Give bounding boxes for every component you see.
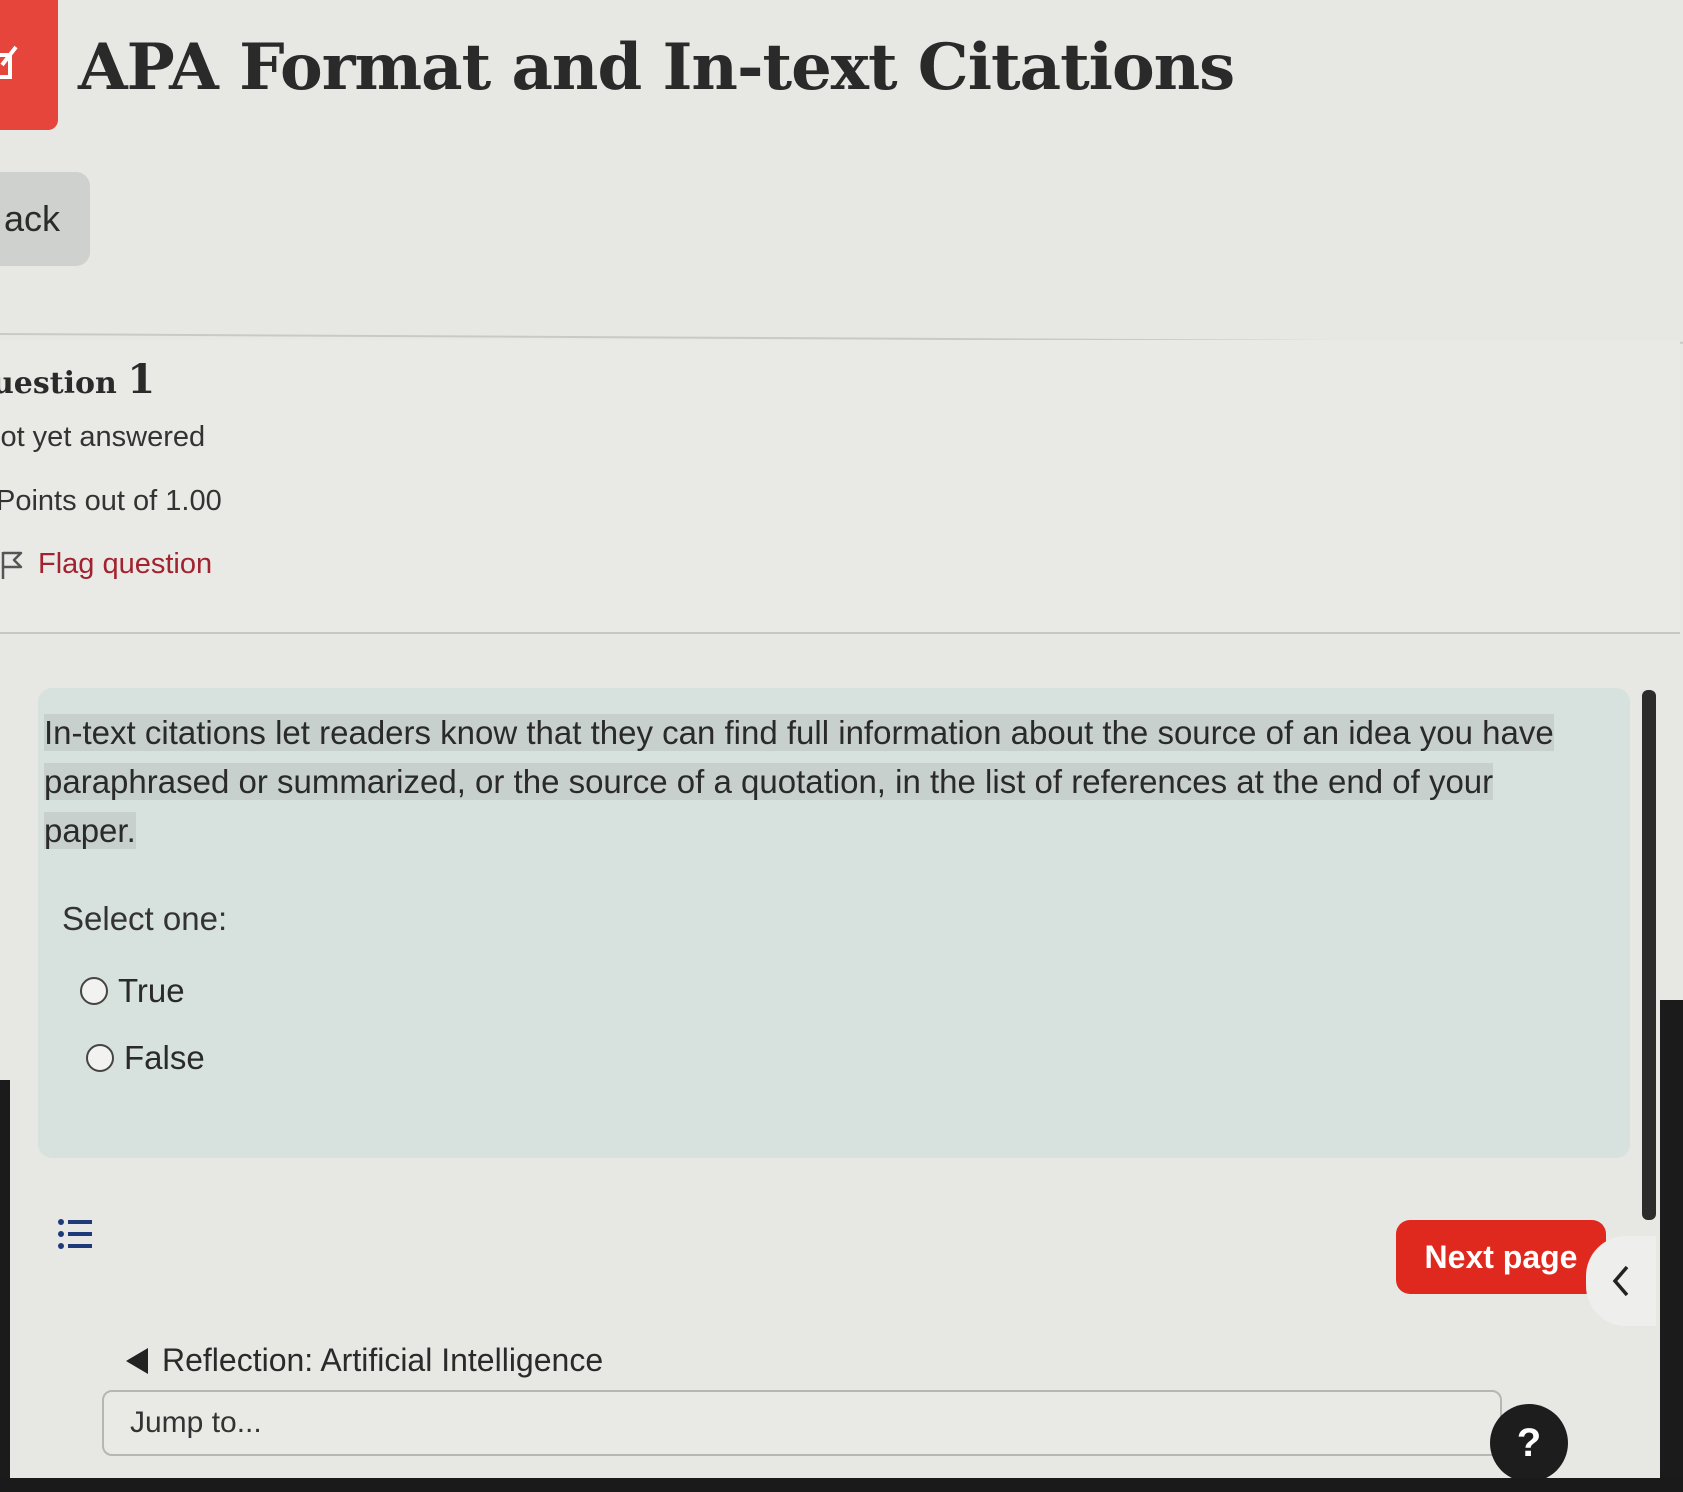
previous-activity-link[interactable]: Reflection: Artificial Intelligence — [126, 1342, 603, 1379]
previous-activity-label: Reflection: Artificial Intelligence — [162, 1342, 604, 1378]
page-title: APA Format and In-text Citations — [78, 30, 1235, 105]
option-label: True — [118, 972, 185, 1009]
activity-badge — [0, 0, 58, 130]
select-one-prompt: Select one: — [62, 900, 228, 937]
question-number-value: 1 — [127, 356, 156, 403]
next-page-button[interactable]: Next page — [1396, 1220, 1606, 1294]
option-false[interactable]: False — [86, 1039, 205, 1077]
flag-question-label: Flag question — [38, 548, 213, 580]
help-button[interactable]: ? — [1490, 1404, 1568, 1482]
question-text-line: In-text citations let readers know that … — [44, 714, 1554, 751]
scrollbar[interactable] — [1642, 690, 1656, 1220]
question-status: lot yet answered — [0, 421, 206, 453]
option-label: False — [124, 1039, 205, 1076]
jump-to-label: Jump to... — [130, 1406, 262, 1439]
flag-question-link[interactable]: Flag question — [0, 548, 212, 581]
drawer-toggle[interactable] — [1586, 1236, 1656, 1326]
jump-to-select[interactable]: Jump to... — [102, 1390, 1502, 1456]
question-label: uestion — [0, 366, 117, 401]
radio-button[interactable] — [80, 977, 108, 1005]
radio-button[interactable] — [86, 1044, 114, 1072]
screen-bezel — [1660, 1000, 1683, 1492]
triangle-left-icon — [126, 1347, 148, 1374]
question-number: uestion 1 — [0, 356, 155, 403]
quiz-icon — [0, 45, 18, 79]
screen-bezel — [0, 1478, 1683, 1492]
back-button[interactable]: ack — [0, 172, 90, 266]
option-true[interactable]: True — [80, 972, 185, 1010]
flag-outline-icon — [0, 550, 24, 580]
question-text-line: paper. — [44, 812, 136, 849]
question-points: Points out of 1.00 — [0, 485, 222, 517]
screen-bezel — [0, 1080, 10, 1492]
question-text-line: paraphrased or summarized, or the source… — [44, 763, 1494, 800]
list-icon[interactable] — [56, 1214, 96, 1254]
chevron-left-icon — [1612, 1265, 1629, 1297]
question-info-panel — [0, 340, 1680, 634]
question-text: In-text citations let readers know that … — [44, 708, 1624, 855]
